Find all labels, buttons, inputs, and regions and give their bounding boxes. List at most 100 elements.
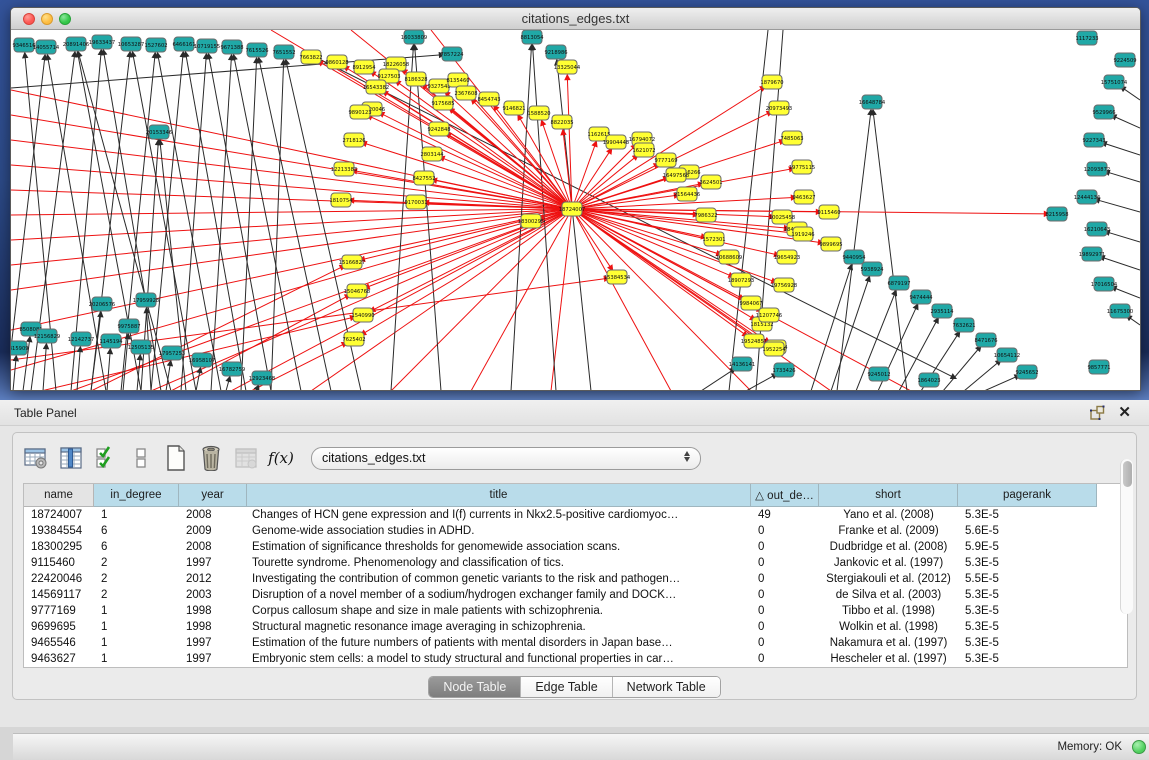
- graph-edge[interactable]: [11, 209, 572, 265]
- graph-node[interactable]: 10688609: [716, 250, 742, 264]
- graph-edge[interactable]: [1102, 142, 1140, 155]
- graph-node[interactable]: 9245652: [1015, 365, 1038, 379]
- graph-node[interactable]: 11207746: [756, 308, 782, 322]
- column-header-title[interactable]: title: [247, 484, 751, 507]
- graph-edge[interactable]: [226, 377, 230, 391]
- graph-edge[interactable]: [311, 209, 572, 391]
- graph-node[interactable]: 1952254: [762, 342, 786, 356]
- graph-node[interactable]: 9224509: [1113, 53, 1136, 67]
- graph-edge[interactable]: [362, 142, 572, 209]
- column-header-pagerank[interactable]: pagerank: [958, 484, 1097, 507]
- graph-edge[interactable]: [572, 149, 612, 209]
- table-row[interactable]: 2242004622012Investigating the contribut…: [24, 571, 1127, 587]
- graph-edge[interactable]: [984, 375, 1020, 391]
- graph-node[interactable]: 1879670: [760, 75, 783, 89]
- network-canvas-svg[interactable]: 1872400793465161405571420891406196334371…: [11, 30, 1140, 391]
- graph-node[interactable]: 9529966: [1092, 105, 1115, 119]
- column-header-name[interactable]: name: [24, 484, 94, 507]
- function-builder-icon[interactable]: f(x): [268, 445, 294, 471]
- graph-node[interactable]: 2803144: [420, 147, 444, 161]
- graph-node[interactable]: 1864023: [917, 373, 940, 387]
- graph-edge[interactable]: [379, 113, 572, 209]
- graph-node[interactable]: 2718126: [342, 133, 365, 147]
- show-columns-icon[interactable]: [58, 445, 84, 471]
- tab-edge-table[interactable]: Edge Table: [521, 677, 612, 697]
- graph-node[interactable]: 9777169: [654, 153, 677, 167]
- graph-node[interactable]: 12142737: [68, 332, 94, 346]
- graph-edge[interactable]: [259, 58, 331, 391]
- graph-node[interactable]: 11675300: [1107, 304, 1133, 318]
- graph-node[interactable]: 12505135: [128, 340, 154, 354]
- graph-node[interactable]: 9984067: [739, 296, 762, 310]
- graph-edge[interactable]: [1121, 87, 1140, 100]
- graph-node[interactable]: 7663822: [299, 50, 322, 64]
- graph-node[interactable]: 18300295: [518, 214, 544, 228]
- graph-node[interactable]: 1540990: [351, 308, 374, 322]
- graph-edge[interactable]: [391, 209, 572, 391]
- table-row[interactable]: 1830029562008Estimation of significance …: [24, 539, 1127, 555]
- graph-node[interactable]: 9242848: [427, 122, 450, 136]
- graph-edge[interactable]: [107, 349, 110, 391]
- graph-edge[interactable]: [572, 209, 671, 391]
- select-rows-icon[interactable]: [93, 445, 119, 471]
- column-header-short[interactable]: short: [819, 484, 958, 507]
- graph-node[interactable]: 18907293: [728, 273, 754, 287]
- graph-node[interactable]: 8186328: [404, 72, 427, 86]
- graph-node[interactable]: 12444134: [1074, 190, 1101, 204]
- node-table[interactable]: namein_degreeyeartitle△ out_de…shortpage…: [23, 483, 1128, 668]
- graph-node[interactable]: 15166827: [339, 255, 365, 269]
- graph-edge[interactable]: [943, 346, 981, 391]
- graph-node[interactable]: 8822035: [550, 115, 573, 129]
- graph-node[interactable]: 9218986: [544, 45, 567, 59]
- tab-network-table[interactable]: Network Table: [613, 677, 720, 697]
- graph-node[interactable]: 12093872: [1084, 162, 1110, 176]
- graph-node[interactable]: 9146821: [502, 101, 525, 115]
- graph-edge[interactable]: [208, 54, 271, 391]
- graph-node[interactable]: 21564436: [674, 187, 700, 201]
- graph-edge[interactable]: [572, 195, 679, 209]
- graph-edge[interactable]: [13, 356, 16, 391]
- graph-node[interactable]: 8135460: [446, 73, 469, 87]
- graph-node[interactable]: 9463627: [792, 190, 815, 204]
- graph-node[interactable]: 20153346: [146, 125, 172, 139]
- graph-node[interactable]: 10719155: [194, 39, 220, 53]
- graph-edge[interactable]: [1105, 231, 1140, 242]
- graph-edge[interactable]: [361, 209, 572, 335]
- graph-node[interactable]: 8454743: [477, 92, 500, 106]
- graph-node[interactable]: 20206576: [89, 297, 115, 311]
- network-view-window[interactable]: citations_edges.txt 18724007934651614055…: [10, 7, 1141, 391]
- graph-edge[interactable]: [43, 344, 46, 391]
- graph-node[interactable]: 16543382: [363, 80, 389, 94]
- graph-node[interactable]: 9115460: [817, 205, 840, 219]
- graph-node[interactable]: 8912954: [352, 60, 376, 74]
- graph-node[interactable]: 9671388: [220, 40, 243, 54]
- column-header-year[interactable]: year: [179, 484, 247, 507]
- graph-node[interactable]: 15046768: [344, 284, 370, 298]
- graph-node[interactable]: 19756928: [771, 278, 797, 292]
- table-row[interactable]: 969969511998Structural magnetic resonanc…: [24, 619, 1127, 635]
- graph-node[interactable]: 15751074: [1101, 75, 1128, 89]
- network-canvas[interactable]: 1872400793465161405571420891406196334371…: [11, 30, 1140, 391]
- column-header-in_degree[interactable]: in_degree: [94, 484, 179, 507]
- graph-node[interactable]: 16648784: [859, 95, 886, 109]
- table-row[interactable]: 911546021997Tourette syndrome. Phenomeno…: [24, 555, 1127, 571]
- graph-node[interactable]: 6879197: [887, 276, 910, 290]
- graph-node[interactable]: 19633437: [89, 35, 115, 49]
- graph-node[interactable]: 9474444: [909, 290, 933, 304]
- graph-edge[interactable]: [746, 374, 777, 391]
- graph-edge[interactable]: [1111, 287, 1140, 298]
- graph-node[interactable]: 12213383: [331, 162, 357, 176]
- scrollbar-thumb[interactable]: [1123, 461, 1132, 487]
- graph-node[interactable]: 8215958: [1045, 207, 1068, 221]
- graph-node[interactable]: 16497568: [663, 168, 689, 182]
- table-selector-dropdown[interactable]: citations_edges.txt: [311, 447, 701, 470]
- graph-node[interactable]: 2935114: [930, 304, 954, 318]
- graph-node[interactable]: 1733426: [772, 363, 795, 377]
- graph-node[interactable]: 1621072: [632, 143, 655, 157]
- graph-node[interactable]: 12156829: [34, 329, 60, 343]
- graph-node[interactable]: 9227343: [1082, 133, 1105, 147]
- graph-node[interactable]: 17016504: [1091, 277, 1118, 291]
- graph-node[interactable]: 1588520: [527, 106, 550, 120]
- graph-node[interactable]: 17959928: [133, 293, 159, 307]
- graph-node[interactable]: 1527602: [144, 38, 167, 52]
